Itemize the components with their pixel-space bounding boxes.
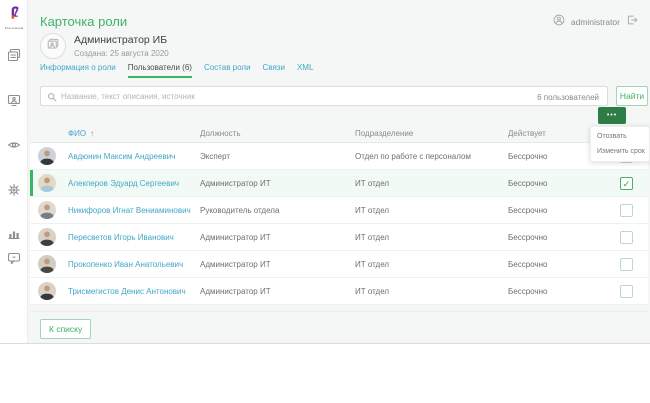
avatar [38, 201, 56, 219]
gear-icon [7, 184, 21, 201]
menu-item-1[interactable]: Изменить срок [591, 144, 649, 159]
table-row[interactable]: Трисмегистов Денис Антонович Администрат… [30, 278, 648, 305]
role-name: Администратор ИБ [74, 34, 167, 46]
sidebar-item-settings[interactable] [7, 183, 21, 197]
department-cell: ИТ отдел [355, 233, 389, 242]
tab-4[interactable]: XML [297, 63, 313, 78]
brand-logo: Ростелеком [0, 4, 28, 30]
user-circle-icon [553, 13, 565, 31]
tabs: Информация о роли Пользователи (6) Состав … [40, 63, 313, 78]
sort-asc-icon[interactable]: ↑ [90, 129, 94, 138]
monitor-user-icon [7, 94, 21, 111]
department-cell: ИТ отдел [355, 287, 389, 296]
comment-icon [7, 252, 21, 269]
department-cell: Отдел по работе с персоналом [355, 152, 471, 161]
position-cell: Администратор ИТ [200, 233, 271, 242]
sidebar: Ростелеком [0, 0, 28, 343]
column-fio[interactable]: ФИО [68, 129, 86, 138]
validity-cell: Бессрочно [508, 233, 547, 242]
avatar [38, 282, 56, 300]
user-name-link[interactable]: Никифоров Игнат Вениаминович [68, 206, 191, 215]
user-name-link[interactable]: Пересветов Игорь Иванович [68, 233, 174, 242]
validity-cell: Бессрочно [508, 287, 547, 296]
rostelecom-logo-icon [7, 7, 22, 24]
actions-dropdown: ОтозватьИзменить срок [590, 126, 650, 162]
avatar [38, 174, 56, 192]
actions-more-button[interactable]: ••• [598, 107, 626, 124]
row-checkbox[interactable] [620, 204, 633, 217]
validity-cell: Бессрочно [508, 179, 547, 188]
tab-3[interactable]: Связи [263, 63, 285, 78]
user-name-link[interactable]: Прокопенко Иван Анатольевич [68, 260, 183, 269]
table-row[interactable]: Пересветов Игорь Иванович Администратор … [30, 224, 648, 251]
app-window: Ростелеком administrator Карточка роли [0, 0, 650, 344]
department-cell: ИТ отдел [355, 206, 389, 215]
row-checkbox[interactable] [620, 258, 633, 271]
column-position[interactable]: Должность [200, 129, 241, 138]
bar-chart-icon [7, 227, 21, 244]
position-cell: Администратор ИТ [200, 287, 271, 296]
table-body: Авдюнин Максим Андреевич Эксперт Отдел п… [30, 143, 648, 305]
role-avatar [40, 33, 66, 59]
column-department[interactable]: Подразделение [355, 129, 413, 138]
sidebar-item-review[interactable] [7, 138, 21, 152]
table-row[interactable]: Никифоров Игнат Вениаминович Руководител… [30, 197, 648, 224]
role-created-date: Создана: 25 августа 2020 [74, 49, 169, 58]
sidebar-item-monitoring[interactable] [7, 93, 21, 107]
position-cell: Эксперт [200, 152, 230, 161]
back-to-list-button[interactable]: К списку [40, 319, 91, 339]
validity-cell: Бессрочно [508, 206, 547, 215]
avatar [38, 147, 56, 165]
department-cell: ИТ отдел [355, 260, 389, 269]
column-validity[interactable]: Действует [508, 129, 546, 138]
avatar [38, 255, 56, 273]
find-button[interactable]: Найти [616, 86, 648, 106]
table-row[interactable]: Алекперов Эдуард Сергеевич Администратор… [30, 170, 648, 197]
department-cell: ИТ отдел [355, 179, 389, 188]
position-cell: Администратор ИТ [200, 179, 271, 188]
tab-1[interactable]: Пользователи (6) [128, 63, 192, 78]
position-cell: Руководитель отдела [200, 206, 279, 215]
menu-item-0[interactable]: Отозвать [591, 129, 649, 144]
row-checkbox[interactable] [620, 285, 633, 298]
user-name-link[interactable]: Трисмегистов Денис Антонович [68, 287, 186, 296]
table-header: ФИО ↑ Должность Подразделение Действует [30, 125, 648, 143]
sidebar-item-feedback[interactable] [7, 251, 21, 265]
sidebar-item-reports[interactable] [7, 226, 21, 240]
page-title: Карточка роли [40, 14, 127, 29]
avatar [38, 228, 56, 246]
eye-icon [7, 139, 21, 156]
table-row[interactable]: Авдюнин Максим Андреевич Эксперт Отдел п… [30, 143, 648, 170]
user-name-link[interactable]: Авдюнин Максим Андреевич [68, 152, 175, 161]
user-menu[interactable]: administrator [553, 13, 638, 31]
row-checkbox[interactable] [620, 231, 633, 244]
search-box: 6 пользователей [40, 86, 608, 106]
documents-icon [7, 49, 21, 66]
table-row[interactable]: Прокопенко Иван Анатольевич Администрато… [30, 251, 648, 278]
validity-cell: Бессрочно [508, 152, 547, 161]
main-area: administrator Карточка роли Администрато… [28, 0, 650, 343]
username-label: administrator [571, 17, 620, 27]
tab-0[interactable]: Информация о роли [40, 63, 116, 78]
brand-name: Ростелеком [0, 26, 28, 30]
photo-person-icon [46, 37, 60, 56]
logout-icon[interactable] [626, 13, 638, 31]
validity-cell: Бессрочно [508, 260, 547, 269]
tab-2[interactable]: Состав роли [204, 63, 251, 78]
position-cell: Администратор ИТ [200, 260, 271, 269]
row-checkbox[interactable]: ✓ [620, 177, 633, 190]
footer: К списку [30, 311, 648, 339]
users-table: ФИО ↑ Должность Подразделение Действует … [30, 125, 648, 305]
search-input[interactable] [61, 87, 491, 105]
user-name-link[interactable]: Алекперов Эдуард Сергеевич [68, 179, 179, 188]
results-count: 6 пользователей [537, 93, 599, 102]
sidebar-item-documents[interactable] [7, 48, 21, 62]
